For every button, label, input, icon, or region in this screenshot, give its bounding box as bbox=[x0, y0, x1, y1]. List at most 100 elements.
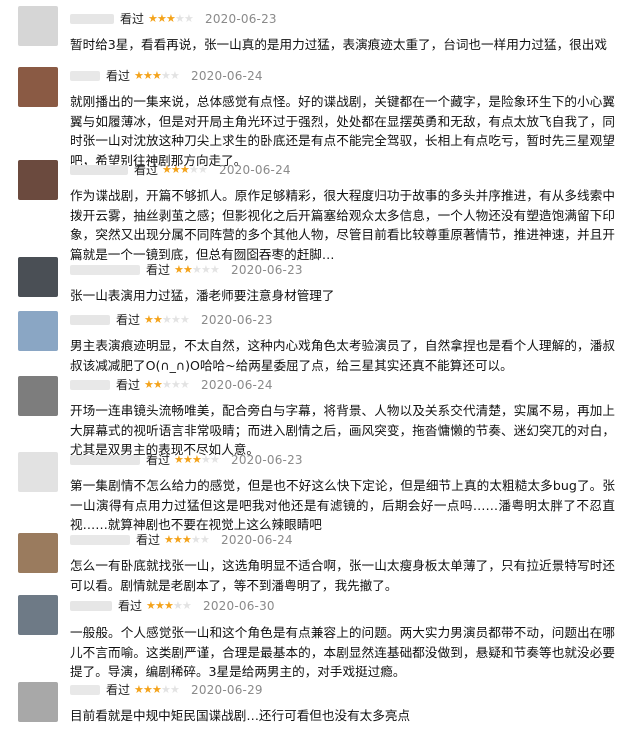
star-icon: ★ bbox=[201, 453, 211, 466]
star-icon: ★ bbox=[182, 599, 192, 612]
star-icon: ★ bbox=[143, 69, 153, 82]
star-icon: ★ bbox=[183, 453, 193, 466]
review-content: 开场一连串镜头流畅唯美，配合旁白与字幕，将背景、人物以及关系交代清楚，实属不易，… bbox=[70, 403, 615, 458]
review-meta: 看过 ★ ★ ★ ★ ★ 2020-06-24 bbox=[70, 532, 293, 548]
star-icon: ★ bbox=[146, 599, 156, 612]
star-icon: ★ bbox=[157, 12, 167, 25]
username[interactable] bbox=[70, 265, 140, 275]
avatar[interactable] bbox=[18, 682, 58, 722]
review-content: 一般般。个人感觉张一山和这个角色是有点兼容上的问题。两大实力男演员都带不动，问题… bbox=[70, 625, 615, 680]
review-content: 暂时给3星，看看再说，张一山真的是用力过猛，表演痕迹太重了，台词也一样用力过猛，… bbox=[70, 37, 607, 52]
watch-status: 看过 bbox=[134, 163, 159, 177]
star-rating: ★ ★ ★ ★ ★ bbox=[174, 262, 220, 278]
star-icon: ★ bbox=[166, 12, 176, 25]
star-icon: ★ bbox=[183, 263, 193, 276]
star-icon: ★ bbox=[180, 313, 190, 326]
review-date: 2020-06-29 bbox=[191, 683, 263, 697]
username[interactable] bbox=[70, 71, 100, 81]
watch-status: 看过 bbox=[116, 313, 141, 327]
star-rating: ★ ★ ★ ★ ★ bbox=[148, 11, 194, 27]
avatar[interactable] bbox=[18, 257, 58, 297]
star-rating: ★ ★ ★ ★ ★ bbox=[162, 162, 208, 178]
review-date: 2020-06-24 bbox=[191, 69, 263, 83]
star-icon: ★ bbox=[144, 378, 154, 391]
review-meta: 看过 ★ ★ ★ ★ ★ 2020-06-24 bbox=[70, 68, 263, 84]
username[interactable] bbox=[70, 685, 100, 695]
avatar[interactable] bbox=[18, 6, 58, 46]
review-meta: 看过 ★ ★ ★ ★ ★ 2020-06-23 bbox=[70, 262, 303, 278]
avatar[interactable] bbox=[18, 452, 58, 492]
watch-status: 看过 bbox=[106, 683, 131, 697]
watch-status: 看过 bbox=[146, 453, 171, 467]
review-content: 目前看就是中规中矩民国谍战剧…还行可看但也没有太多亮点 bbox=[70, 708, 411, 723]
username[interactable] bbox=[70, 380, 110, 390]
username[interactable] bbox=[70, 535, 130, 545]
review-meta: 看过 ★ ★ ★ ★ ★ 2020-06-23 bbox=[70, 452, 303, 468]
avatar[interactable] bbox=[18, 376, 58, 416]
avatar[interactable] bbox=[18, 595, 58, 635]
avatar[interactable] bbox=[18, 311, 58, 351]
star-icon: ★ bbox=[171, 163, 181, 176]
avatar[interactable] bbox=[18, 160, 58, 200]
star-icon: ★ bbox=[192, 453, 202, 466]
star-icon: ★ bbox=[174, 263, 184, 276]
star-rating: ★ ★ ★ ★ ★ bbox=[146, 598, 192, 614]
star-icon: ★ bbox=[192, 263, 202, 276]
review-date: 2020-06-30 bbox=[203, 599, 275, 613]
avatar[interactable] bbox=[18, 67, 58, 107]
review-meta: 看过 ★ ★ ★ ★ ★ 2020-06-30 bbox=[70, 598, 275, 614]
watch-status: 看过 bbox=[120, 12, 145, 26]
star-icon: ★ bbox=[210, 453, 220, 466]
star-rating: ★ ★ ★ ★ ★ bbox=[164, 532, 210, 548]
star-icon: ★ bbox=[170, 69, 180, 82]
star-icon: ★ bbox=[152, 69, 162, 82]
review-date: 2020-06-23 bbox=[231, 263, 303, 277]
review-meta: 看过 ★ ★ ★ ★ ★ 2020-06-24 bbox=[70, 377, 273, 393]
watch-status: 看过 bbox=[146, 263, 171, 277]
username[interactable] bbox=[70, 14, 114, 24]
review-content: 作为谍战剧，开篇不够抓人。原作足够精彩，很大程度归功于故事的多头并序推进，有从多… bbox=[70, 188, 615, 262]
star-icon: ★ bbox=[180, 163, 190, 176]
star-icon: ★ bbox=[189, 163, 199, 176]
star-icon: ★ bbox=[153, 378, 163, 391]
star-icon: ★ bbox=[152, 683, 162, 696]
review-date: 2020-06-24 bbox=[219, 163, 291, 177]
star-icon: ★ bbox=[134, 69, 144, 82]
watch-status: 看过 bbox=[106, 69, 131, 83]
review-date: 2020-06-23 bbox=[205, 12, 277, 26]
star-icon: ★ bbox=[164, 599, 174, 612]
username[interactable] bbox=[70, 315, 110, 325]
review-date: 2020-06-24 bbox=[221, 533, 293, 547]
star-icon: ★ bbox=[198, 163, 208, 176]
star-icon: ★ bbox=[143, 683, 153, 696]
star-icon: ★ bbox=[210, 263, 220, 276]
star-icon: ★ bbox=[184, 12, 194, 25]
review-meta: 看过 ★ ★ ★ ★ ★ 2020-06-24 bbox=[70, 162, 291, 178]
review-meta: 看过 ★ ★ ★ ★ ★ 2020-06-23 bbox=[70, 11, 277, 27]
star-icon: ★ bbox=[200, 533, 210, 546]
star-icon: ★ bbox=[155, 599, 165, 612]
username[interactable] bbox=[70, 601, 112, 611]
review-date: 2020-06-23 bbox=[201, 313, 273, 327]
star-icon: ★ bbox=[164, 533, 174, 546]
star-icon: ★ bbox=[134, 683, 144, 696]
username[interactable] bbox=[70, 165, 128, 175]
star-icon: ★ bbox=[170, 683, 180, 696]
star-icon: ★ bbox=[175, 12, 185, 25]
star-rating: ★ ★ ★ ★ ★ bbox=[144, 377, 190, 393]
review-feed: 看过 ★ ★ ★ ★ ★ 2020-06-23 暂时给3星，看看再说，张一山真的是用力过… bbox=[0, 0, 629, 747]
watch-status: 看过 bbox=[118, 599, 143, 613]
avatar[interactable] bbox=[18, 533, 58, 573]
star-icon: ★ bbox=[162, 163, 172, 176]
star-icon: ★ bbox=[201, 263, 211, 276]
review-content: 张一山表演用力过猛，潘老师要注意身材管理了 bbox=[70, 288, 335, 303]
star-rating: ★ ★ ★ ★ ★ bbox=[134, 68, 180, 84]
username[interactable] bbox=[70, 455, 140, 465]
star-icon: ★ bbox=[144, 313, 154, 326]
watch-status: 看过 bbox=[136, 533, 161, 547]
star-icon: ★ bbox=[171, 378, 181, 391]
watch-status: 看过 bbox=[116, 378, 141, 392]
review-date: 2020-06-24 bbox=[201, 378, 273, 392]
review-date: 2020-06-23 bbox=[231, 453, 303, 467]
star-rating: ★ ★ ★ ★ ★ bbox=[134, 682, 180, 698]
